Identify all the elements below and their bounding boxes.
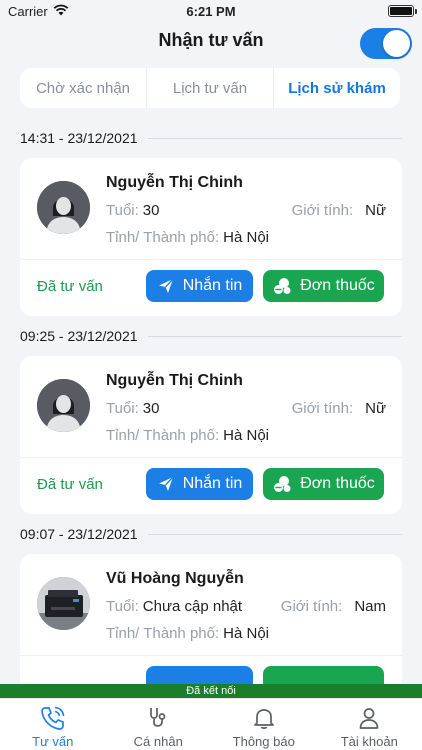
send-icon xyxy=(158,278,174,293)
city-label: Tỉnh/ Thành phố: xyxy=(106,229,220,246)
availability-toggle[interactable] xyxy=(360,28,412,59)
age-value: 30 xyxy=(142,202,160,219)
page-title: Nhận tư vấn xyxy=(158,30,264,50)
patient-name: Nguyễn Thị Chinh xyxy=(106,372,243,389)
date-divider xyxy=(147,533,402,535)
city-value: Hà Nội xyxy=(223,229,269,246)
message-button-label: Nhắn tin xyxy=(182,277,243,294)
avatar xyxy=(37,181,90,234)
city-row: Tỉnh/ Thành phố: Hà Nội xyxy=(106,625,269,642)
consult-card[interactable]: Nguyễn Thị Chinh Tuổi: 30 Giới tính: Nữ Tỉ… xyxy=(20,356,402,514)
city-label: Tỉnh/ Thành phố: xyxy=(106,427,220,444)
tab-schedule[interactable]: Lịch tư vấn xyxy=(147,68,274,108)
city-row: Tỉnh/ Thành phố: Hà Nội xyxy=(106,229,269,246)
segmented-tabs: Chờ xác nhận Lịch tư vấn Lịch sử khám xyxy=(20,68,400,108)
prescription-button-label: Đơn thuốc xyxy=(300,475,375,492)
pills-icon xyxy=(274,476,291,492)
prescription-button[interactable]: Đơn thuốc xyxy=(263,270,384,302)
toggle-knob xyxy=(383,30,410,57)
age-label: Tuổi: xyxy=(106,400,139,417)
gender-label: Giới tính: xyxy=(291,400,354,417)
status-text: Đã tư vấn xyxy=(37,278,103,295)
date-label: 14:31 - 23/12/2021 xyxy=(20,130,138,146)
tab-account[interactable]: Tài khoản xyxy=(317,699,422,750)
phone-icon xyxy=(40,706,65,730)
bell-icon xyxy=(253,709,274,729)
consult-group: 14:31 - 23/12/2021 Nguyễn Thị Chinh Tuổi… xyxy=(0,124,422,316)
gender-value: Nữ xyxy=(365,202,386,219)
age-label: Tuổi: xyxy=(106,598,139,615)
clock: 6:21 PM xyxy=(186,4,236,19)
consult-group: 09:25 - 23/12/2021 Nguyễn Thị Chinh Tuổi… xyxy=(0,322,422,514)
age-value: Chưa cập nhật xyxy=(142,598,243,615)
city-value: Hà Nội xyxy=(223,427,269,444)
tab-history[interactable]: Lịch sử khám xyxy=(274,68,400,108)
card-divider xyxy=(20,259,402,260)
tab-personal[interactable]: Cá nhân xyxy=(106,699,212,750)
message-button[interactable]: Nhắn tin xyxy=(146,468,253,500)
gender-label: Giới tính: xyxy=(291,202,354,219)
gender-value: Nam xyxy=(354,598,386,615)
stethoscope-icon xyxy=(150,708,166,727)
gender-row: Giới tính: Nữ xyxy=(292,202,386,219)
tab-consult[interactable]: Tư vấn xyxy=(0,699,106,750)
city-value: Hà Nội xyxy=(223,625,269,642)
age-row: Tuổi: 30 xyxy=(106,400,159,417)
consult-card[interactable]: Vũ Hoàng Nguyễn Tuổi: Chưa cập nhật Giới … xyxy=(20,554,402,684)
user-icon xyxy=(359,708,379,729)
tab-personal-label: Cá nhân xyxy=(133,734,183,749)
date-label: 09:25 - 23/12/2021 xyxy=(20,328,138,344)
pills-icon xyxy=(274,278,291,294)
consult-card[interactable]: Nguyễn Thị Chinh Tuổi: 30 Giới tính: Nữ Tỉ… xyxy=(20,158,402,316)
patient-name: Nguyễn Thị Chinh xyxy=(106,174,243,191)
send-icon xyxy=(158,476,174,491)
age-label: Tuổi: xyxy=(106,202,139,219)
date-header: 14:31 - 23/12/2021 xyxy=(0,124,422,152)
message-button[interactable] xyxy=(146,666,253,684)
city-label: Tỉnh/ Thành phố: xyxy=(106,625,220,642)
gender-label: Giới tính: xyxy=(280,598,343,615)
patient-name: Vũ Hoàng Nguyễn xyxy=(106,570,244,587)
battery-icon xyxy=(388,5,417,17)
date-header: 09:25 - 23/12/2021 xyxy=(0,322,422,350)
prescription-button[interactable] xyxy=(263,666,384,684)
prescription-button-label: Đơn thuốc xyxy=(300,277,375,294)
nav-header: Nhận tư vấn xyxy=(0,22,422,64)
tab-notifications-label: Thông báo xyxy=(232,734,295,749)
age-row: Tuổi: Chưa cập nhật xyxy=(106,598,242,615)
connection-banner: Đã kết nối xyxy=(0,684,422,698)
date-header: 09:07 - 23/12/2021 xyxy=(0,520,422,548)
consult-list[interactable]: 14:31 - 23/12/2021 Nguyễn Thị Chinh Tuổi… xyxy=(0,118,422,684)
gender-row: Giới tính: Nữ xyxy=(292,400,386,417)
tab-account-label: Tài khoản xyxy=(340,734,398,749)
consult-group: 09:07 - 23/12/2021 Vũ Hoàng Nguyễn Tuổi:… xyxy=(0,520,422,684)
status-bar: Carrier 6:21 PM xyxy=(0,0,422,22)
prescription-button[interactable]: Đơn thuốc xyxy=(263,468,384,500)
bottom-tab-bar: Tư vấn Cá nhân Thông báo Tài khoản xyxy=(0,698,422,750)
gender-value: Nữ xyxy=(365,400,386,417)
date-divider xyxy=(147,137,402,139)
avatar xyxy=(37,379,90,432)
date-label: 09:07 - 23/12/2021 xyxy=(20,526,138,542)
message-button-label: Nhắn tin xyxy=(182,475,243,492)
city-row: Tỉnh/ Thành phố: Hà Nội xyxy=(106,427,269,444)
card-divider xyxy=(20,655,402,656)
avatar-photo xyxy=(37,577,90,630)
tab-pending[interactable]: Chờ xác nhận xyxy=(20,68,147,108)
card-divider xyxy=(20,457,402,458)
age-value: 30 xyxy=(142,400,160,417)
gender-row: Giới tính: Nam xyxy=(281,598,386,615)
age-row: Tuổi: 30 xyxy=(106,202,159,219)
message-button[interactable]: Nhắn tin xyxy=(146,270,253,302)
tab-notifications[interactable]: Thông báo xyxy=(211,699,317,750)
tab-consult-label: Tư vấn xyxy=(32,734,74,749)
status-text: Đã tư vấn xyxy=(37,476,103,493)
date-divider xyxy=(147,335,402,337)
